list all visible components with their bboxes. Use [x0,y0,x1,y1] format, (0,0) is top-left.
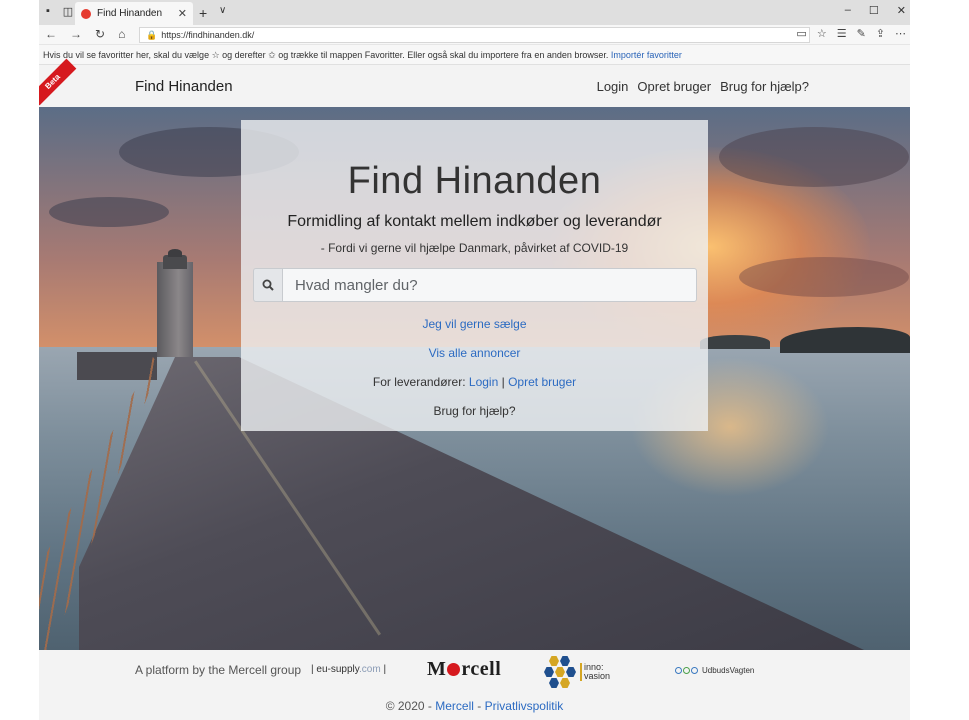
brand-link[interactable]: Find Hinanden [135,78,233,95]
pen-icon[interactable]: ✎ [857,27,866,40]
privacy-link[interactable]: Privatlivspolitik [485,699,564,713]
mercell-logo-end: rcell [461,658,502,680]
copyright-text: © 2020 - [385,699,432,713]
copyright-line: © 2020 - Mercell - Privatlivspolitik [39,699,910,713]
nav-register-link[interactable]: Opret bruger [637,79,711,94]
refresh-icon[interactable]: ↻ [95,27,105,41]
supplier-prefix: For leverandører: [372,375,466,389]
innovasion-logo[interactable]: inno: vasion [544,656,610,688]
all-ads-link[interactable]: Vis alle annoncer [241,346,708,360]
tab-close-icon[interactable]: ✕ [178,7,187,20]
udbudsvagten-text: UdbudsVagten [702,666,755,675]
back-arrow-icon[interactable]: ← [45,27,57,41]
hex-cluster-icon [544,656,576,688]
tab-bar: ▪ ◫ Find Hinanden ✕ + ∨ – ☐ ✕ [39,0,910,25]
supplier-login-link[interactable]: Login [469,375,498,389]
search-group [253,268,697,302]
tab-title: Find Hinanden [97,8,163,19]
hero-section: Find Hinanden Formidling af kontakt mell… [39,107,910,650]
footer: A platform by the Mercell group | eu-sup… [39,650,910,720]
lock-icon: 🔒 [146,30,158,40]
cloud [719,127,909,187]
page-tagline: - Fordi vi gerne vil hjælpe Danmark, påv… [320,241,629,255]
home-icon[interactable]: ⌂ [118,27,125,41]
url-text: https://findhinanden.dk/ [161,30,255,40]
mercell-link[interactable]: Mercell [435,699,474,713]
url-input[interactable]: 🔒 https://findhinanden.dk/ [139,27,810,43]
mercell-logo-start: M [427,658,447,680]
island [700,335,770,349]
lighthouse-cap [168,249,182,257]
more-options-icon[interactable]: ⋯ [895,27,906,40]
sell-link[interactable]: Jeg vil gerne sælge [241,317,708,331]
supplier-register-link[interactable]: Opret bruger [508,375,576,389]
import-favorites-link[interactable]: Importér favoritter [611,50,682,60]
share-icon[interactable]: ⇪ [876,27,885,40]
page-title: Find Hinanden [347,160,602,202]
cloud [739,257,909,297]
browser-window: ▪ ◫ Find Hinanden ✕ + ∨ – ☐ ✕ ← → ↻ ⌂ 🔒 h… [39,0,910,720]
maximize-button[interactable]: ☐ [869,4,879,17]
pipe: | [311,664,314,675]
address-bar: ← → ↻ ⌂ 🔒 https://findhinanden.dk/ ▭ ☆ ☰ … [39,25,910,45]
dash: - [477,699,482,713]
eu-supply-logo[interactable]: | eu-supply.com | [311,664,386,675]
platform-text: A platform by the Mercell group [135,663,302,677]
favorites-hub-icon[interactable]: ☰ [837,27,847,40]
close-window-button[interactable]: ✕ [897,4,906,17]
tab-actions-icon[interactable]: ▪ [41,4,55,18]
udbudsvagten-logo[interactable]: UdbudsVagten [675,666,754,675]
search-icon[interactable] [253,268,282,302]
tab-list-chevron-icon[interactable]: ∨ [219,5,226,16]
mercell-logo[interactable]: Mrcell [427,658,501,681]
supplier-links: For leverandører: Login | Opret bruger [241,375,708,389]
forward-arrow-icon[interactable]: → [70,27,82,41]
eu-supply-main: eu-supply [316,664,360,675]
tab-preview-icon[interactable]: ◫ [61,4,75,18]
nav-help-link[interactable]: Brug for hjælp? [720,79,809,94]
lighthouse [157,262,193,357]
cloud [49,197,169,227]
separator: | [501,375,505,389]
favorites-bar: Hvis du vil se favoritter her, skal du v… [39,45,910,65]
pipe: | [383,664,387,675]
lighthouse-lantern [163,255,187,269]
beta-badge: Beta [39,58,77,106]
favorite-star-icon[interactable]: ☆ [817,27,827,40]
nav-login-link[interactable]: Login [597,79,629,94]
browser-tab[interactable]: Find Hinanden ✕ [75,2,193,25]
new-tab-button[interactable]: + [199,5,207,21]
search-card: Find Hinanden Formidling af kontakt mell… [241,120,708,431]
search-input[interactable] [282,268,697,302]
help-link[interactable]: Brug for hjælp? [241,404,708,418]
page-subtitle: Formidling af kontakt mellem indkøber og… [287,213,662,230]
site-favicon-icon [81,8,91,19]
mercell-dot-icon [447,663,461,676]
island [780,327,910,353]
innovasion-line2: vasion [584,671,611,681]
favorites-hint: Hvis du vil se favoritter her, skal du v… [43,50,609,60]
minimize-button[interactable]: – [845,4,851,17]
reading-view-icon[interactable]: ▭ [796,27,806,40]
site-navbar: Beta Find Hinanden Login Opret bruger Br… [39,58,910,107]
udbudsvagten-rings-icon [675,667,698,674]
eu-supply-ext: .com [359,664,381,675]
